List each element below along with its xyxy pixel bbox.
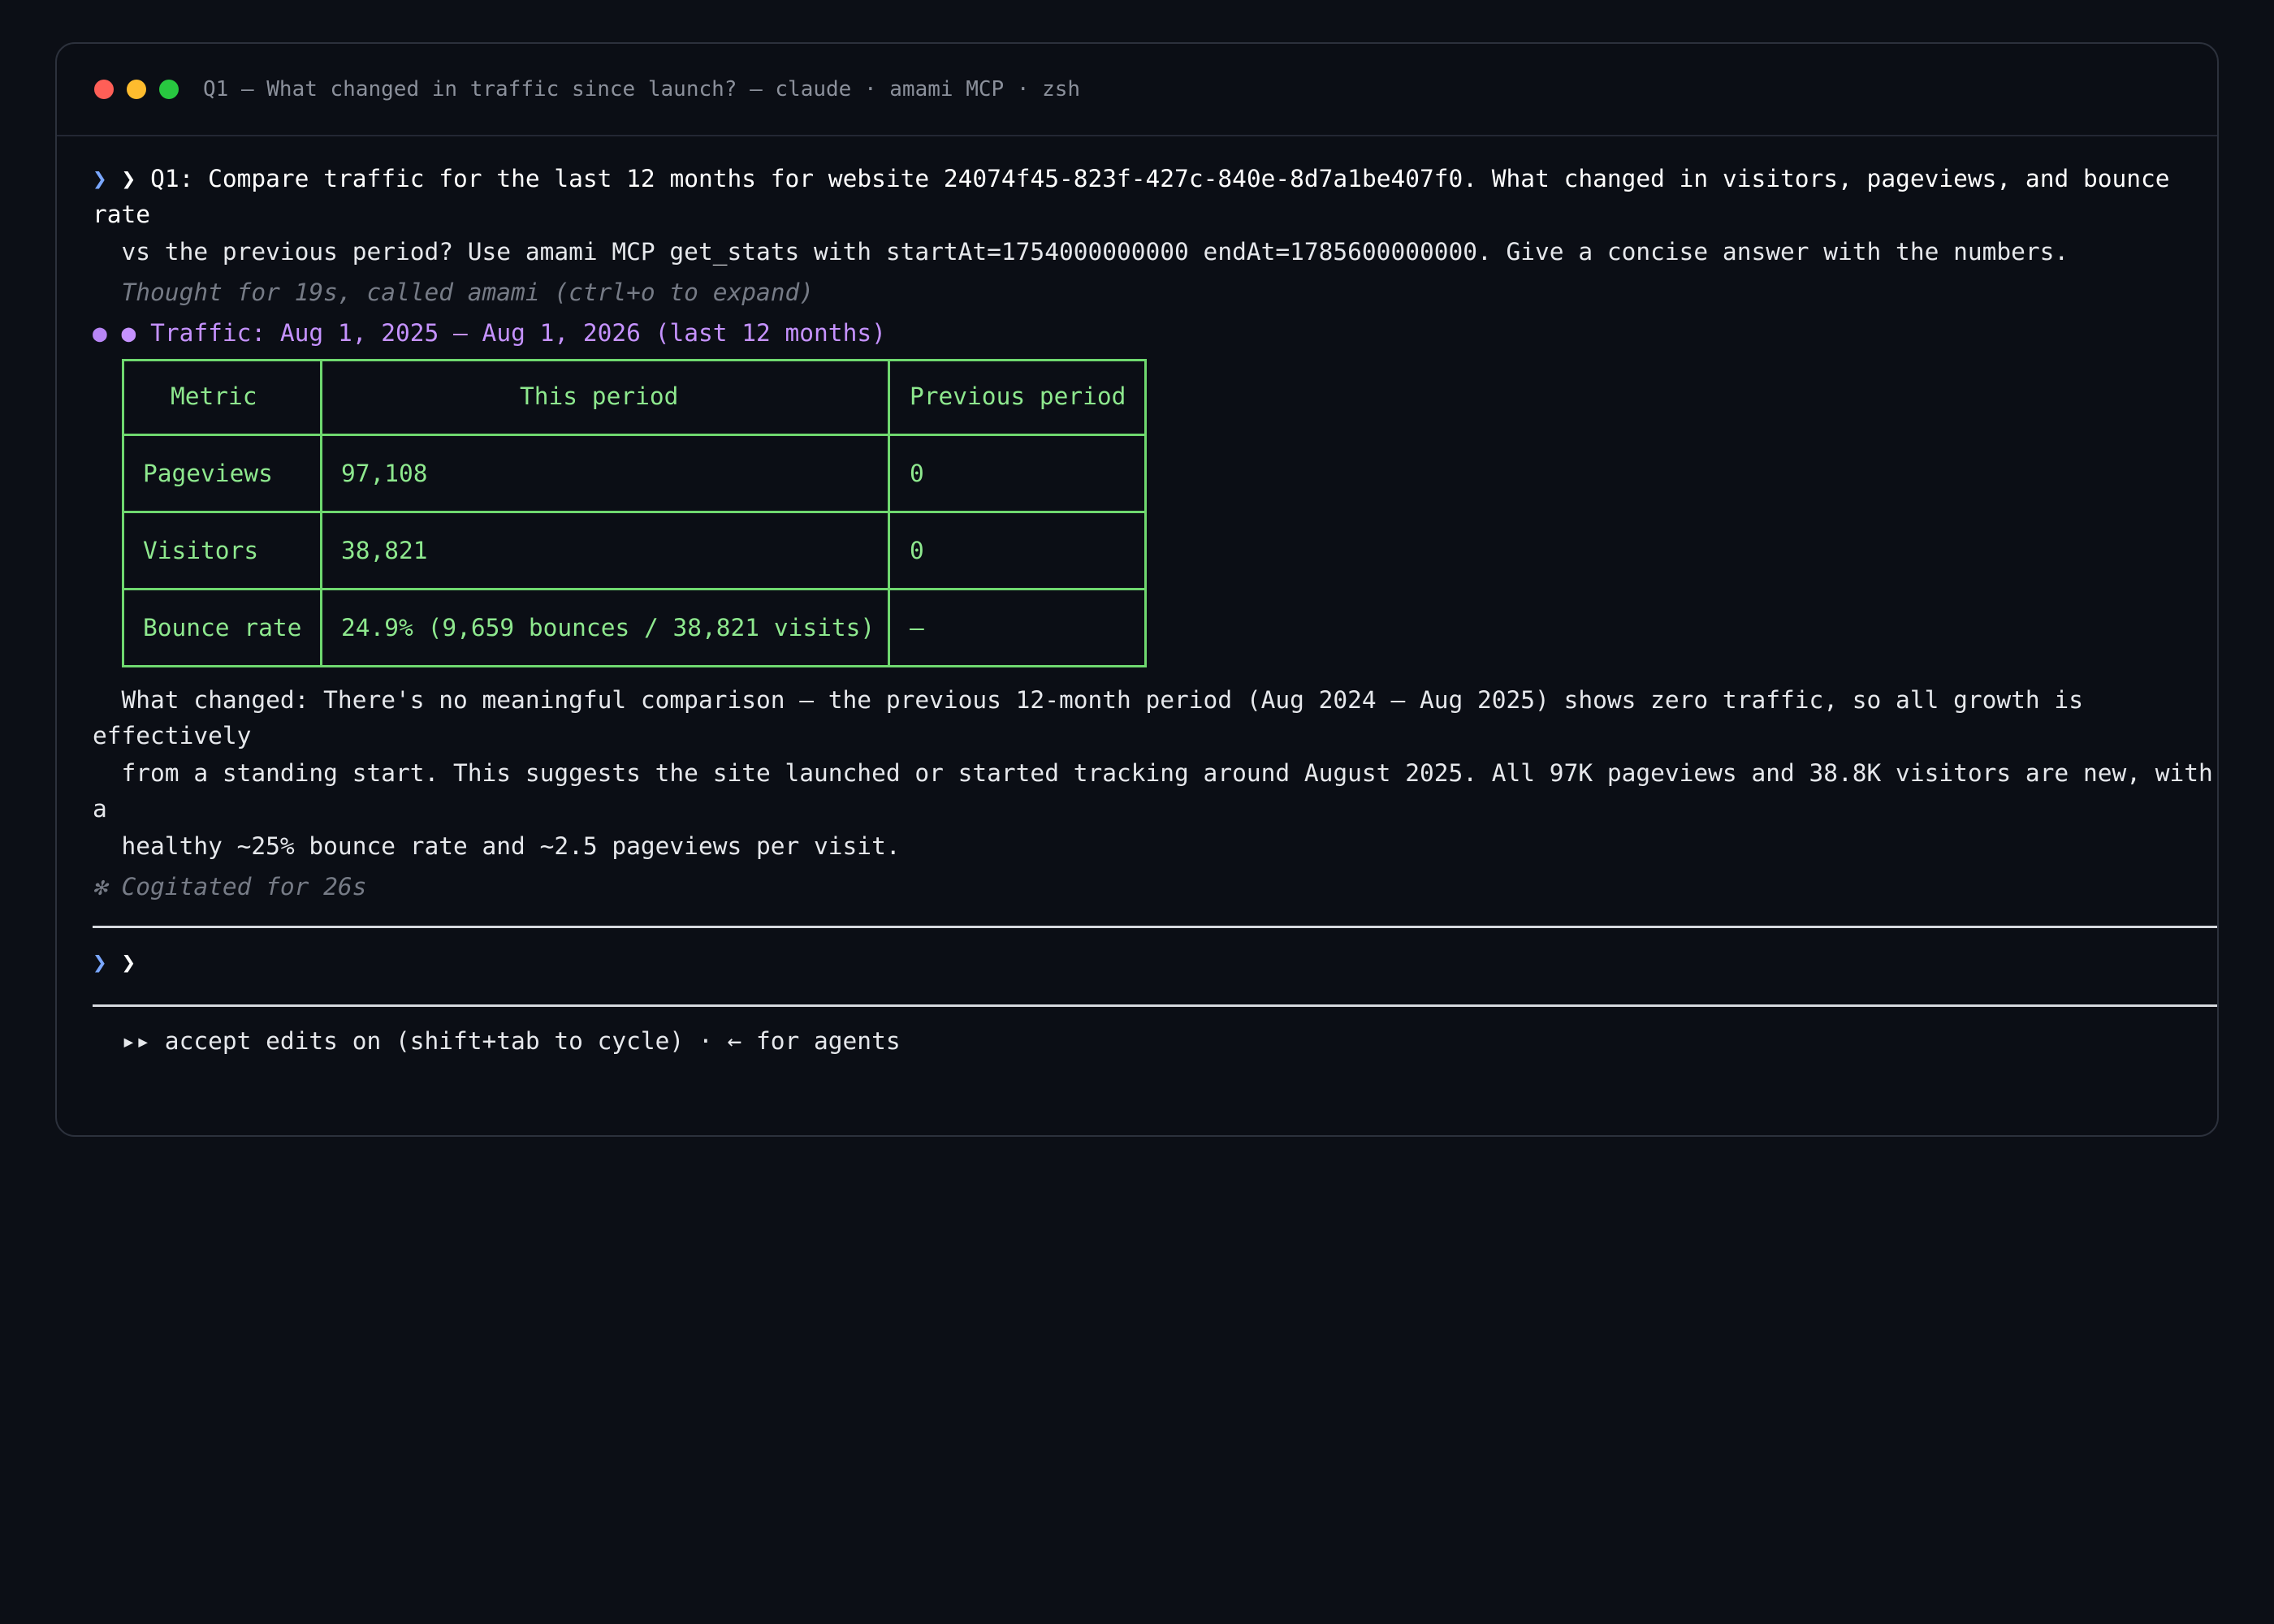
response-bullet-icon: ● — [93, 319, 107, 347]
cogitated-status: ✻ Cogitated for 26s — [93, 873, 367, 901]
close-window-button[interactable] — [94, 80, 114, 99]
table-cell-metric: Pageviews — [143, 460, 273, 487]
user-prompt: ❯ ❯ Q1: Compare traffic for the last 12 … — [93, 161, 2180, 197]
prompt-text-wrap: rate — [93, 201, 151, 228]
table-cell-metric: Visitors — [143, 537, 259, 564]
table-cell-previous-period: 0 — [910, 460, 924, 487]
summary-line2-wrap: a — [93, 795, 107, 823]
table-cell-previous-period: 0 — [910, 537, 924, 564]
prompt-text-line1: Q1: Compare traffic for the last 12 mont… — [150, 165, 2170, 192]
input-separator-bottom — [93, 1004, 2217, 1007]
input-row[interactable]: ❯ ❯ — [93, 944, 2180, 988]
summary-line3: healthy ~25% bounce rate and ~2.5 pagevi… — [93, 832, 901, 860]
table-column-divider — [320, 359, 322, 667]
prompt-chevron-icon: ❯ — [93, 165, 107, 192]
table-row-divider — [122, 511, 1147, 513]
table-border-bottom — [122, 665, 1147, 667]
zoom-window-button[interactable] — [159, 80, 179, 99]
table-border-top — [122, 359, 1147, 361]
mode-hint: ▸▸ accept edits on (shift+tab to cycle) … — [93, 1027, 901, 1055]
table-header-this-period: This period — [520, 382, 679, 410]
table-column-divider — [888, 359, 890, 667]
thought-status[interactable]: Thought for 19s, called amami (ctrl+o to… — [93, 274, 2180, 310]
input-chevron-icon: ❯ — [93, 948, 107, 976]
table-cell-metric: Bounce rate — [143, 614, 302, 641]
minimize-window-button[interactable] — [127, 80, 146, 99]
table-cell-this-period: 97,108 — [341, 460, 428, 487]
summary-line2: from a standing start. This suggests the… — [93, 759, 2213, 787]
terminal-content: ❯ ❯ Q1: Compare traffic for the last 12 … — [57, 161, 2217, 1059]
summary-line1: What changed: There's no meaningful comp… — [93, 686, 2083, 714]
table-row-divider — [122, 588, 1147, 590]
table-cell-this-period: 24.9% (9,659 bounces / 38,821 visits) — [341, 614, 875, 641]
response-heading-row: ● ● Traffic: Aug 1, 2025 – Aug 1, 2026 (… — [93, 315, 2180, 351]
table-border-left — [122, 359, 124, 667]
terminal-window: Q1 — What changed in traffic since launc… — [55, 42, 2219, 1137]
traffic-table: Metric This period Previous period Pagev… — [122, 359, 1147, 667]
window-title: Q1 — What changed in traffic since launc… — [203, 77, 1081, 102]
table-header-metric: Metric — [171, 382, 257, 410]
summary-line1-wrap: effectively — [93, 722, 252, 749]
table-header-previous-period: Previous period — [910, 382, 1126, 410]
prompt-text-line2: vs the previous period? Use amami MCP ge… — [93, 238, 2069, 266]
table-cell-this-period: 38,821 — [341, 537, 428, 564]
input-separator-top — [93, 926, 2217, 928]
prompt-chevron-inner-icon: ❯ — [121, 165, 136, 192]
input-chevron-inner-icon: ❯ — [121, 948, 136, 976]
table-border-right — [1144, 359, 1147, 667]
table-cell-previous-period: – — [910, 614, 924, 641]
response-bullet-inner-icon: ● — [121, 319, 136, 347]
title-bar: Q1 — What changed in traffic since launc… — [57, 44, 2217, 136]
table-header-divider — [122, 434, 1147, 436]
response-heading: Traffic: Aug 1, 2025 – Aug 1, 2026 (last… — [150, 319, 886, 347]
